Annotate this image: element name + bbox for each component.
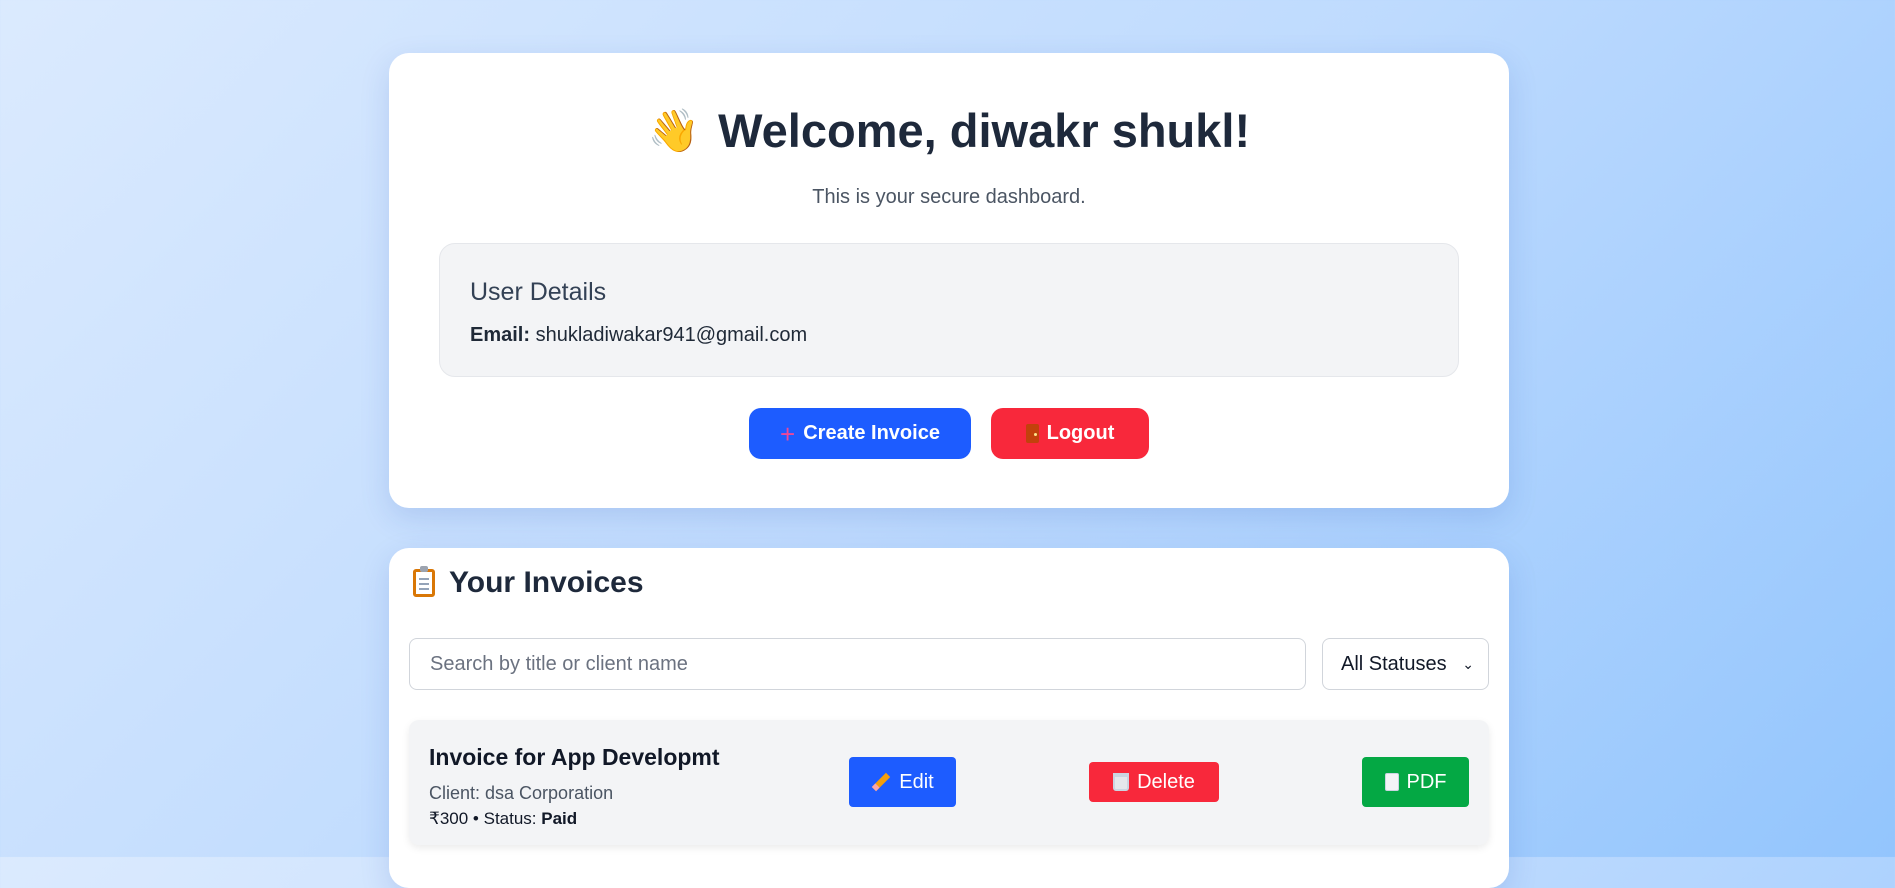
user-email: Email: shukladiwakar941@gmail.com <box>470 324 807 347</box>
delete-button[interactable]: Delete <box>1089 762 1219 802</box>
email-value: shukladiwakar941@gmail.com <box>535 324 808 346</box>
delete-label: Delete <box>1137 770 1195 793</box>
invoices-heading: Your Invoices <box>413 566 644 600</box>
door-icon <box>1025 424 1039 443</box>
pencil-icon <box>872 772 891 792</box>
invoices-card: Your Invoices All Statuses ⌄ Invoice for… <box>389 548 1509 888</box>
create-invoice-label: Create Invoice <box>803 422 940 444</box>
chevron-down-icon: ⌄ <box>1462 655 1474 672</box>
logout-label: Logout <box>1046 422 1115 444</box>
pdf-button[interactable]: PDF <box>1362 757 1469 807</box>
page-title: 👋 Welcome, diwakr shukl! <box>389 96 1509 170</box>
invoice-amount: ₹300 <box>429 809 469 828</box>
create-invoice-button[interactable]: + Create Invoice <box>749 408 971 459</box>
invoice-list-item: Invoice for App Developmt Client: dsa Co… <box>409 720 1489 845</box>
status-filter-select[interactable]: All Statuses ⌄ <box>1322 638 1489 690</box>
invoice-meta: ₹300 • Status: Paid <box>429 809 577 829</box>
invoice-title: Invoice for App Developmt <box>429 744 720 770</box>
invoice-client: Client: dsa Corporation <box>429 783 614 803</box>
welcome-title-text: Welcome, diwakr shukl! <box>718 104 1251 157</box>
clipboard-icon <box>413 566 435 597</box>
edit-label: Edit <box>899 770 934 793</box>
plus-icon: + <box>780 418 796 449</box>
invoices-heading-text: Your Invoices <box>449 566 644 599</box>
edit-button[interactable]: Edit <box>849 757 956 807</box>
email-label: Email: <box>470 324 531 346</box>
user-details-heading: User Details <box>470 278 607 306</box>
waving-hand-icon: 👋 <box>647 106 701 154</box>
user-details-box: User Details Email: shukladiwakar941@gma… <box>439 243 1459 377</box>
document-icon <box>1384 773 1399 791</box>
subtitle: This is your secure dashboard. <box>812 186 1086 208</box>
meta-separator: • <box>472 809 479 828</box>
search-input[interactable] <box>409 638 1306 690</box>
status-filter-value: All Statuses <box>1341 652 1447 675</box>
status-label: Status: <box>483 809 537 828</box>
status-badge: Paid <box>541 809 578 828</box>
welcome-card: 👋 Welcome, diwakr shukl! This is your sec… <box>389 53 1509 508</box>
trash-icon <box>1113 773 1130 791</box>
logout-button[interactable]: Logout <box>991 408 1149 459</box>
pdf-label: PDF <box>1406 770 1447 793</box>
